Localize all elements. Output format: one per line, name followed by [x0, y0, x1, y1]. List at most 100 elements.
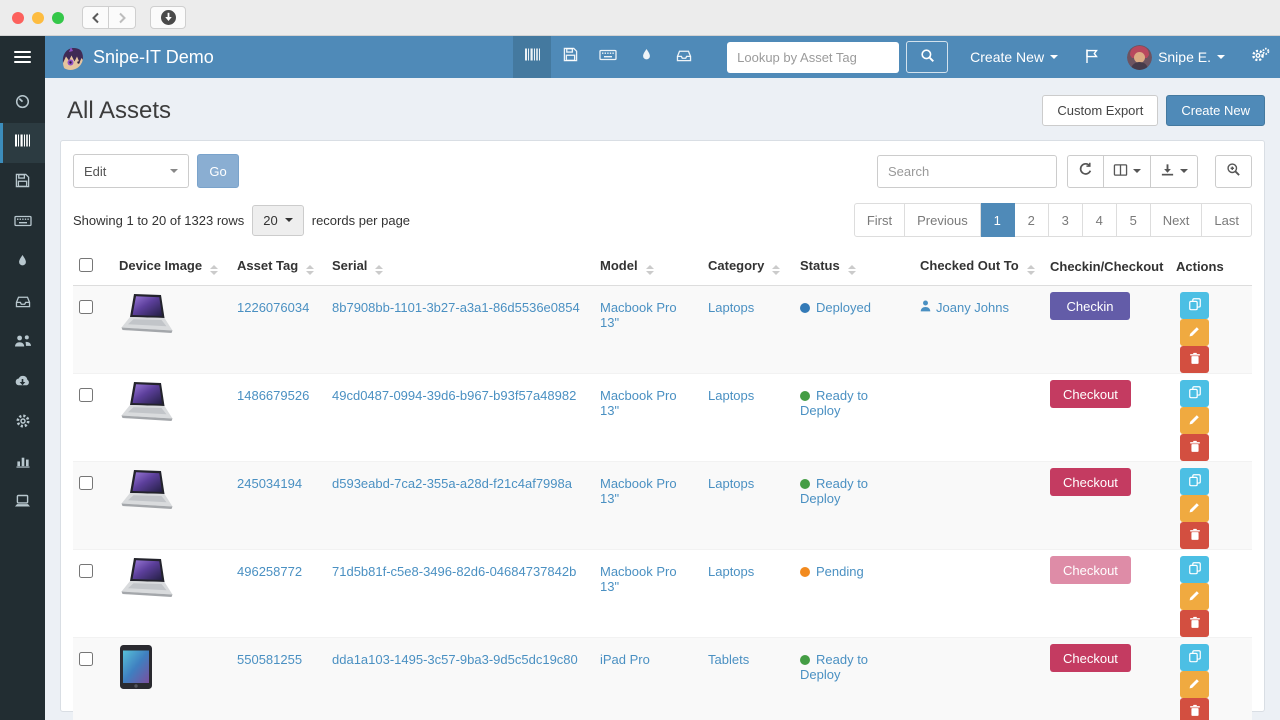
pagination-button-2[interactable]: 2 [1015, 203, 1049, 237]
page-size-select[interactable]: 20 [252, 205, 303, 236]
table-search-input[interactable] [877, 155, 1057, 188]
checkin-button[interactable]: Checkin [1050, 292, 1130, 320]
export-button[interactable] [1151, 155, 1198, 188]
asset-lookup-input[interactable] [727, 42, 899, 73]
columns-toggle-button[interactable] [1104, 155, 1151, 188]
column-header-asset-tag[interactable]: Asset Tag [231, 249, 326, 286]
device-image-laptop[interactable] [119, 590, 177, 605]
delete-button[interactable] [1180, 346, 1209, 373]
admin-settings-button[interactable] [1251, 47, 1270, 67]
checkout-button[interactable]: Checkout [1050, 468, 1131, 496]
navbar-droplet-button[interactable] [627, 36, 665, 78]
sidebar-item-tachometer[interactable] [0, 83, 45, 123]
pagination-button-4[interactable]: 4 [1083, 203, 1117, 237]
checkout-button[interactable]: Checkout [1050, 644, 1131, 672]
sidebar-item-bar-chart[interactable] [0, 443, 45, 483]
device-image-laptop[interactable] [119, 326, 177, 341]
checkout-button[interactable]: Checkout [1050, 380, 1131, 408]
column-header-status[interactable]: Status [794, 249, 914, 286]
feedback-flag-button[interactable] [1084, 48, 1101, 67]
pagination-button-5[interactable]: 5 [1117, 203, 1151, 237]
pagination-button-next[interactable]: Next [1151, 203, 1203, 237]
pagination-button-last[interactable]: Last [1202, 203, 1252, 237]
bulk-actions-select[interactable]: Edit [73, 154, 189, 188]
edit-button[interactable] [1180, 319, 1209, 346]
row-checkbox[interactable] [79, 652, 93, 666]
close-window-button[interactable] [12, 12, 24, 24]
clone-button[interactable] [1180, 380, 1209, 407]
create-new-button[interactable]: Create New [1166, 95, 1265, 126]
row-checkbox[interactable] [79, 564, 93, 578]
model-link[interactable]: Macbook Pro 13" [600, 476, 677, 506]
app-brand[interactable]: Snipe-IT Demo [45, 45, 214, 70]
category-link[interactable]: Tablets [708, 652, 749, 667]
row-checkbox[interactable] [79, 300, 93, 314]
edit-button[interactable] [1180, 495, 1209, 522]
delete-button[interactable] [1180, 610, 1209, 637]
asset-tag-link[interactable]: 550581255 [237, 652, 302, 667]
asset-tag-link[interactable]: 1486679526 [237, 388, 309, 403]
device-image-tablet[interactable] [119, 678, 153, 693]
navbar-drawer-button[interactable] [665, 36, 703, 78]
edit-button[interactable] [1180, 583, 1209, 610]
column-header-serial[interactable]: Serial [326, 249, 594, 286]
category-link[interactable]: Laptops [708, 388, 754, 403]
navbar-floppy-button[interactable] [551, 36, 589, 78]
user-menu[interactable]: Snipe E. [1127, 45, 1225, 70]
minimize-window-button[interactable] [32, 12, 44, 24]
pagination-button-3[interactable]: 3 [1049, 203, 1083, 237]
sidebar-toggle-button[interactable] [0, 36, 45, 78]
clone-button[interactable] [1180, 556, 1209, 583]
asset-tag-link[interactable]: 496258772 [237, 564, 302, 579]
column-header-category[interactable]: Category [702, 249, 794, 286]
pagination-button-first[interactable]: First [854, 203, 905, 237]
model-link[interactable]: Macbook Pro 13" [600, 300, 677, 330]
checked-out-to-link[interactable]: Joany Johns [920, 300, 1009, 315]
sidebar-item-gear[interactable] [0, 403, 45, 443]
edit-button[interactable] [1180, 671, 1209, 698]
clone-button[interactable] [1180, 644, 1209, 671]
category-link[interactable]: Laptops [708, 476, 754, 491]
sidebar-item-floppy[interactable] [0, 163, 45, 203]
model-link[interactable]: iPad Pro [600, 652, 650, 667]
column-header-checked-out-to[interactable]: Checked Out To [914, 249, 1044, 286]
column-header-model[interactable]: Model [594, 249, 702, 286]
device-image-laptop[interactable] [119, 502, 177, 517]
clone-button[interactable] [1180, 468, 1209, 495]
sidebar-item-drawer[interactable] [0, 283, 45, 323]
row-checkbox[interactable] [79, 476, 93, 490]
refresh-button[interactable] [1067, 155, 1104, 188]
create-new-menu[interactable]: Create New [970, 49, 1058, 65]
edit-button[interactable] [1180, 407, 1209, 434]
delete-button[interactable] [1180, 698, 1209, 720]
pagination-button-1[interactable]: 1 [981, 203, 1015, 237]
row-checkbox[interactable] [79, 388, 93, 402]
browser-forward-button[interactable] [109, 6, 136, 29]
navbar-keyboard-button[interactable] [589, 36, 627, 78]
delete-button[interactable] [1180, 434, 1209, 461]
model-link[interactable]: Macbook Pro 13" [600, 564, 677, 594]
sidebar-item-cloud-download[interactable] [0, 363, 45, 403]
asset-tag-link[interactable]: 245034194 [237, 476, 302, 491]
clone-button[interactable] [1180, 292, 1209, 319]
pagination-button-previous[interactable]: Previous [905, 203, 981, 237]
sidebar-item-users[interactable] [0, 323, 45, 363]
sidebar-item-droplet[interactable] [0, 243, 45, 283]
model-link[interactable]: Macbook Pro 13" [600, 388, 677, 418]
bulk-go-button[interactable]: Go [197, 154, 239, 188]
sidebar-item-barcode[interactable] [0, 123, 45, 163]
navbar-barcode-button[interactable] [513, 36, 551, 78]
browser-back-button[interactable] [82, 6, 109, 29]
select-all-checkbox[interactable] [79, 258, 93, 272]
browser-downloads-button[interactable] [150, 6, 186, 29]
custom-export-button[interactable]: Custom Export [1042, 95, 1158, 126]
category-link[interactable]: Laptops [708, 300, 754, 315]
toggle-search-button[interactable] [1215, 155, 1252, 188]
delete-button[interactable] [1180, 522, 1209, 549]
asset-lookup-submit-button[interactable] [906, 41, 948, 73]
category-link[interactable]: Laptops [708, 564, 754, 579]
asset-tag-link[interactable]: 1226076034 [237, 300, 309, 315]
maximize-window-button[interactable] [52, 12, 64, 24]
sidebar-item-laptop[interactable] [0, 483, 45, 523]
sidebar-item-keyboard[interactable] [0, 203, 45, 243]
